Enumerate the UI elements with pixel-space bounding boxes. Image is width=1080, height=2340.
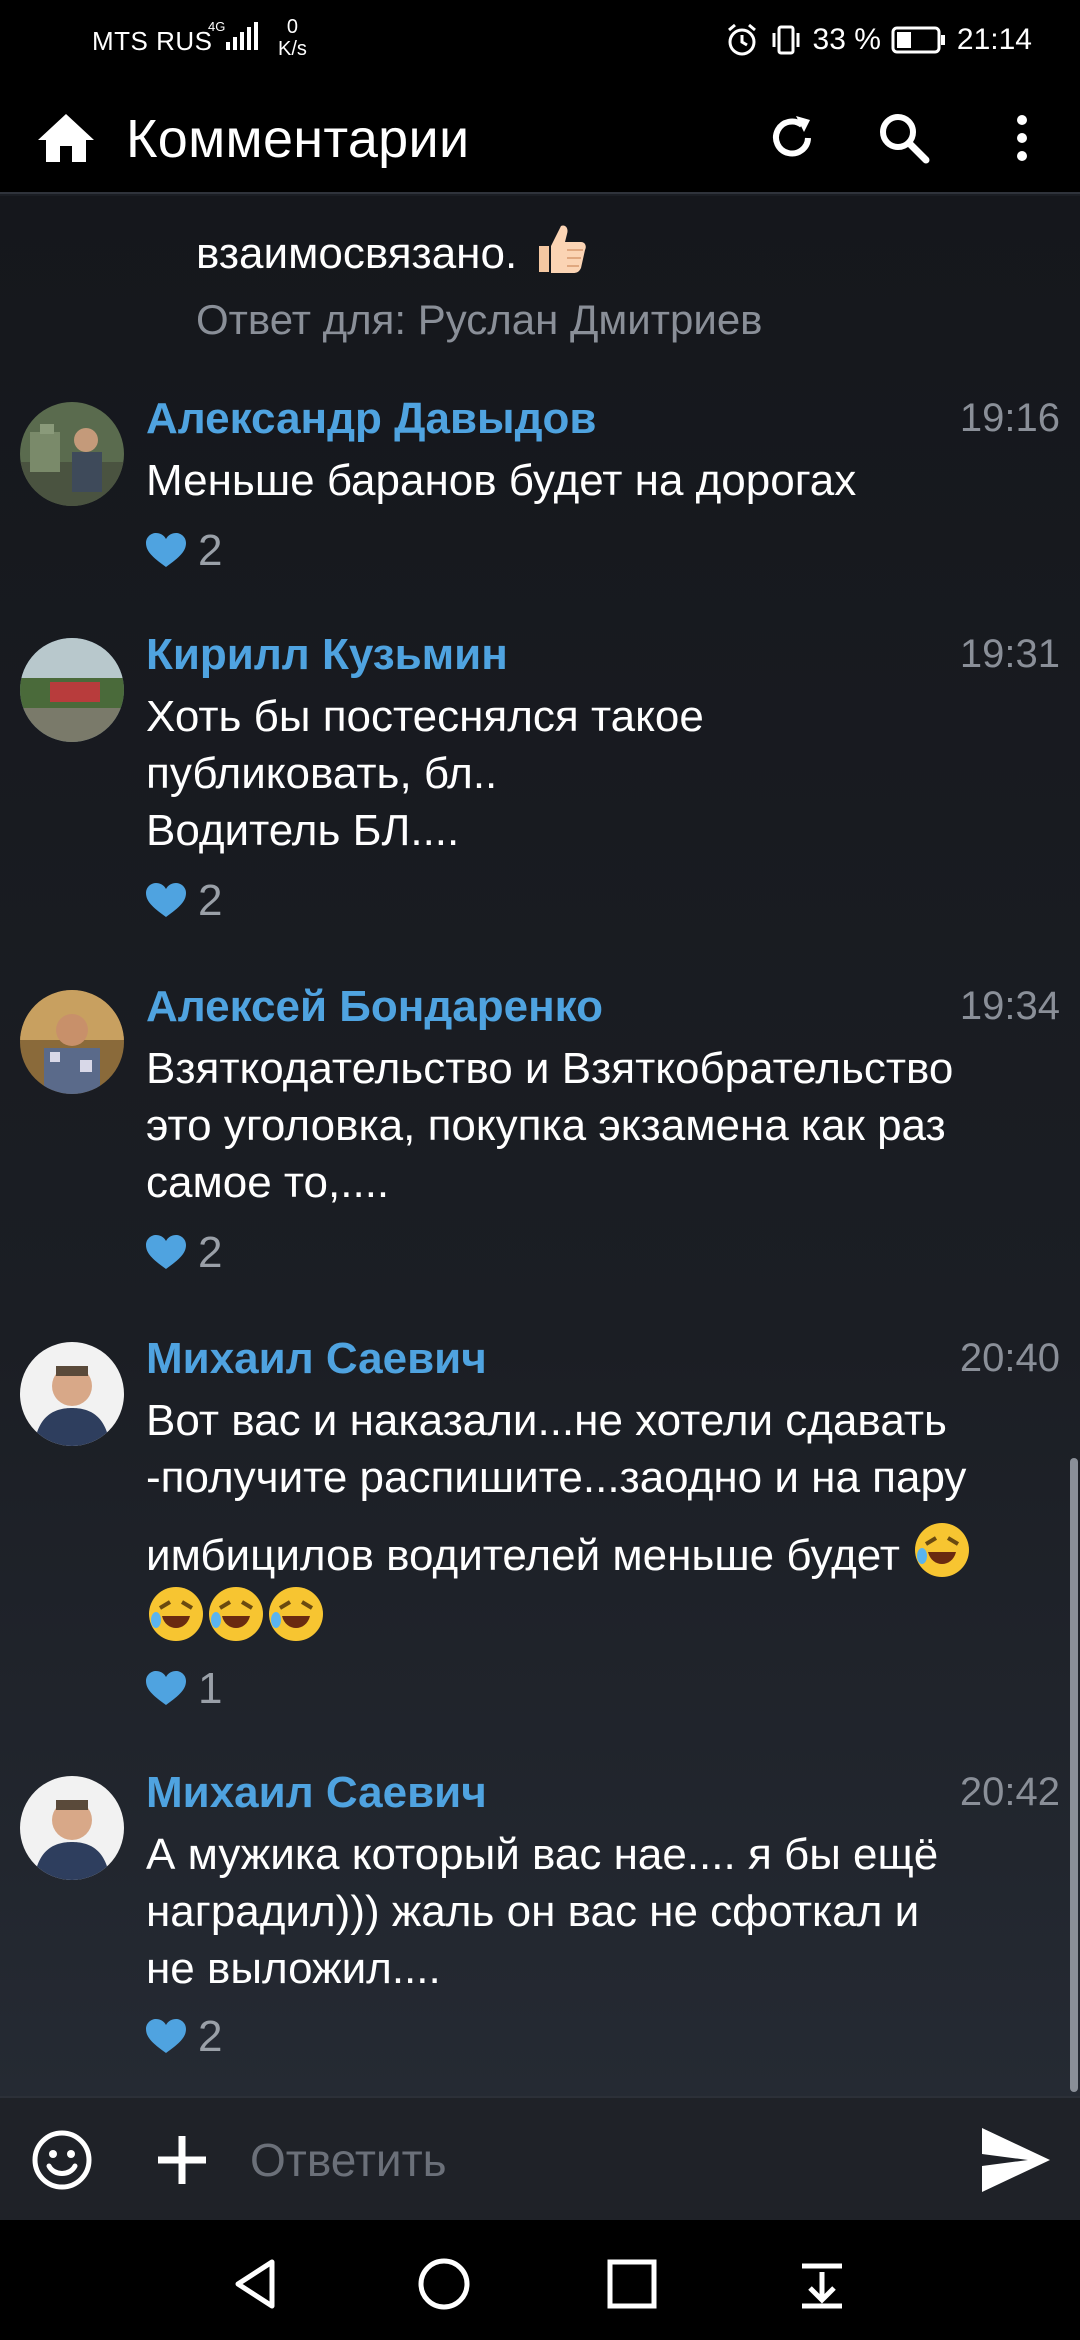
heart-icon[interactable] — [146, 1235, 186, 1271]
recents-icon[interactable] — [604, 2256, 660, 2312]
like-count: 2 — [198, 2012, 223, 2061]
like-counter[interactable]: 2 — [146, 876, 222, 926]
heart-icon[interactable] — [146, 2019, 186, 2055]
comment-author[interactable]: Александр Давыдов — [146, 394, 596, 444]
heart-icon[interactable] — [146, 533, 186, 569]
comment-text-line: А мужика который вас нае.... я бы ещё — [146, 1830, 939, 1879]
comment-text: Хоть бы постеснялся такое публиковать, б… — [146, 688, 1066, 859]
comment-text-line: Меньше баранов будет на дорогах — [146, 456, 857, 505]
comment-text-line: самое то,.... — [146, 1158, 390, 1207]
like-counter[interactable]: 2 — [146, 526, 222, 576]
attach-plus-icon[interactable] — [154, 2130, 210, 2190]
avatar[interactable] — [20, 638, 124, 742]
comment-item[interactable]: Александр Давыдов 19:16 Меньше баранов б… — [0, 394, 1080, 594]
comment-text: А мужика который вас нае.... я бы ещё на… — [146, 1826, 1066, 1997]
comment-text-row: имбицилов водителей меньше будет — [146, 1520, 1066, 1584]
battery-percent: 33 % — [812, 23, 881, 56]
comment-text-line: не выложил.... — [146, 1944, 441, 1993]
like-count: 1 — [198, 1664, 223, 1713]
like-counter[interactable]: 1 — [146, 1664, 222, 1714]
comment-text-line: наградил))) жаль он вас не сфоткал и — [146, 1887, 920, 1936]
comment-time: 19:34 — [959, 984, 1060, 1028]
comment-time: 20:42 — [959, 1770, 1060, 1814]
comment-text: Меньше баранов будет на дорогах — [146, 452, 1066, 509]
comment-time: 19:16 — [959, 396, 1060, 440]
network-type: 4G — [208, 19, 226, 34]
like-counter[interactable]: 2 — [146, 1228, 222, 1278]
carrier-name: MTS RUS — [92, 26, 213, 56]
search-icon[interactable] — [876, 110, 932, 166]
like-count: 2 — [198, 876, 223, 925]
net-speed: 0 K/s — [278, 16, 307, 60]
comment-text-line: это уголовка, покупка экзамена как раз — [146, 1101, 946, 1150]
rofl-emoji-icon — [915, 1523, 970, 1577]
comment-text: Вот вас и наказали...не хотели сдавать -… — [146, 1392, 1066, 1648]
comment-item[interactable]: Алексей Бондаренко 19:34 Взяткодательств… — [0, 982, 1080, 1277]
comment-text-line: публиковать, бл.. — [146, 749, 498, 798]
comment-text-line: Водитель БЛ.... — [146, 806, 460, 855]
comment-time: 20:40 — [959, 1336, 1060, 1380]
status-right: 33 % 21:14 — [725, 20, 1032, 60]
more-vert-icon[interactable] — [1004, 110, 1040, 166]
like-count: 2 — [198, 526, 223, 575]
comment-item[interactable]: Кирилл Кузьмин 19:31 Хоть бы постеснялся… — [0, 630, 1080, 925]
scrollbar[interactable] — [1070, 1458, 1078, 2092]
avatar[interactable] — [20, 1342, 124, 1446]
app-bar: Комментарии — [0, 82, 1080, 194]
comment-text-line: Хоть бы постеснялся такое — [146, 692, 704, 741]
thumbs-up-emoji-icon — [539, 225, 587, 273]
like-counter[interactable]: 2 — [146, 2012, 222, 2062]
comment-text-line: Взяткодательство и Взяткобрательство — [146, 1044, 954, 1093]
rofl-emoji-icon — [269, 1587, 323, 1641]
heart-icon[interactable] — [146, 883, 186, 919]
partial-comment: взаимосвязано. Ответ для: Руслан Дмитрие… — [196, 218, 763, 348]
emoji-row — [146, 1584, 1066, 1648]
alarm-icon — [727, 23, 756, 56]
speed-unit: K/s — [278, 38, 307, 60]
reply-to-label: Ответ для: Руслан Дмитриев — [196, 296, 763, 343]
home-nav-icon[interactable] — [416, 2256, 472, 2312]
rofl-emoji-icon — [149, 1587, 203, 1641]
reply-bar — [0, 2096, 1080, 2220]
send-icon[interactable] — [980, 2126, 1052, 2194]
comment-text-line: Вот вас и наказали...не хотели сдавать — [146, 1396, 947, 1445]
comment-text-line: взаимосвязано. — [196, 229, 518, 278]
speed-value: 0 — [286, 16, 299, 38]
comment-item[interactable]: Михаил Саевич 20:42 А мужика который вас… — [0, 1768, 1080, 2061]
refresh-icon[interactable] — [764, 110, 820, 166]
status-bar: MTS RUS 4G 0 K/s 33 % 21:14 — [0, 0, 1080, 82]
comment-time: 19:31 — [959, 632, 1060, 676]
comment-item[interactable]: Михаил Саевич 20:40 Вот вас и наказали..… — [0, 1334, 1080, 1713]
back-icon[interactable] — [228, 2256, 284, 2312]
system-nav-bar — [0, 2220, 1080, 2340]
like-count: 2 — [198, 1228, 223, 1277]
page-title: Комментарии — [126, 109, 470, 169]
emoji-picker-icon[interactable] — [30, 2128, 94, 2192]
rofl-emoji-icon — [209, 1587, 263, 1641]
comment-author[interactable]: Михаил Саевич — [146, 1334, 487, 1384]
comment-author[interactable]: Михаил Саевич — [146, 1768, 487, 1818]
vibrate-icon — [772, 25, 800, 55]
clock: 21:14 — [956, 23, 1032, 56]
comment-text: Взяткодательство и Взяткобрательство это… — [146, 1040, 1066, 1211]
heart-icon[interactable] — [146, 1671, 186, 1707]
comment-author[interactable]: Алексей Бондаренко — [146, 982, 603, 1032]
avatar[interactable] — [20, 990, 124, 1094]
comment-text: взаимосвязано. — [196, 218, 763, 284]
comment-text-line: -получите распишите...заодно и на пару — [146, 1453, 967, 1502]
signal-icon — [226, 22, 258, 50]
avatar[interactable] — [20, 402, 124, 506]
comment-text-line: имбицилов водителей меньше будет — [146, 1531, 900, 1580]
comment-author[interactable]: Кирилл Кузьмин — [146, 630, 508, 680]
reply-input[interactable] — [250, 2120, 950, 2200]
home-icon[interactable] — [36, 112, 96, 164]
battery-icon — [891, 26, 945, 54]
notifications-pull-icon[interactable] — [794, 2256, 850, 2312]
comments-feed[interactable]: взаимосвязано. Ответ для: Руслан Дмитрие… — [0, 196, 1080, 2096]
avatar[interactable] — [20, 1776, 124, 1880]
